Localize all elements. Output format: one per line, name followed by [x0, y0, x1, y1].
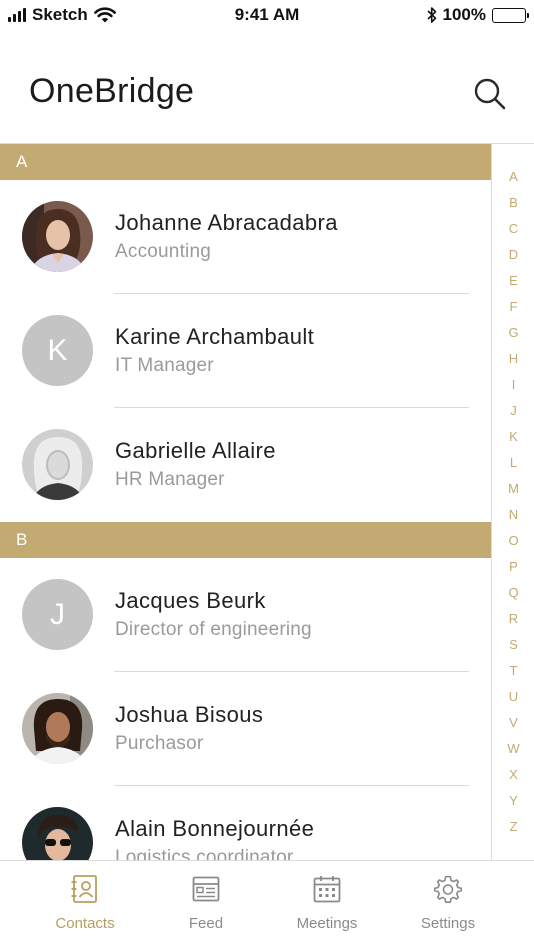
index-letter-u[interactable]: U [492, 689, 534, 704]
index-letter-d[interactable]: D [492, 247, 534, 262]
index-letter-n[interactable]: N [492, 507, 534, 522]
contact-row[interactable]: K Karine Archambault IT Manager [0, 294, 491, 408]
index-letter-k[interactable]: K [492, 429, 534, 444]
alphabet-index[interactable]: ABCDEFGHIJKLMNOPQRSTUVWXYZ [491, 144, 534, 860]
index-letter-g[interactable]: G [492, 325, 534, 340]
index-letter-x[interactable]: X [492, 767, 534, 782]
avatar: K [22, 315, 93, 386]
app-header: OneBridge [0, 34, 534, 144]
index-letter-j[interactable]: J [492, 403, 534, 418]
section-header-a: A [0, 144, 491, 180]
contact-role: Accounting [115, 241, 212, 262]
contacts-icon [71, 875, 97, 903]
calendar-icon [313, 876, 341, 903]
contact-role: Purchasor [115, 733, 204, 754]
contact-name: Karine Archambault [115, 324, 315, 349]
index-letter-m[interactable]: M [492, 481, 534, 496]
index-letter-o[interactable]: O [492, 533, 534, 548]
index-letter-t[interactable]: T [492, 663, 534, 678]
index-letter-y[interactable]: Y [492, 793, 534, 808]
index-letter-c[interactable]: C [492, 221, 534, 236]
index-letter-v[interactable]: V [492, 715, 534, 730]
contact-row[interactable]: Gabrielle Allaire HR Manager [0, 408, 491, 522]
contact-name: Alain Bonnejournée [115, 816, 315, 841]
avatar [22, 807, 93, 860]
tab-meetings[interactable]: Meetings [267, 861, 387, 950]
battery-percent: 100% [442, 5, 486, 24]
index-letter-a[interactable]: A [492, 169, 534, 184]
index-letter-f[interactable]: F [492, 299, 534, 314]
contact-row[interactable]: Johanne Abracadabra Accounting [0, 180, 491, 294]
index-letter-q[interactable]: Q [492, 585, 534, 600]
avatar [22, 201, 93, 272]
battery-icon [492, 7, 529, 23]
contact-name: Jacques Beurk [115, 588, 266, 613]
contact-name: Johanne Abracadabra [115, 210, 338, 235]
tab-settings[interactable]: Settings [388, 861, 508, 950]
avatar [22, 429, 93, 500]
tab-label: Settings [420, 915, 476, 932]
index-letter-b[interactable]: B [492, 195, 534, 210]
tab-label: Meetings [296, 915, 358, 932]
contact-role: Logistics coordinator [115, 847, 294, 860]
section-header-b: B [0, 522, 491, 558]
index-letter-s[interactable]: S [492, 637, 534, 652]
contact-row[interactable]: J Jacques Beurk Director of engineering [0, 558, 491, 672]
bluetooth-icon [426, 7, 436, 23]
tab-contacts[interactable]: Contacts [25, 861, 145, 950]
contact-row[interactable]: Alain Bonnejournée Logistics coordinator [0, 786, 491, 860]
tab-bar: Contacts Feed Meetings Settings [0, 860, 534, 950]
feed-icon [192, 876, 220, 902]
contact-role: HR Manager [115, 469, 225, 490]
index-letter-w[interactable]: W [492, 741, 534, 756]
index-letter-p[interactable]: P [492, 559, 534, 574]
index-letter-l[interactable]: L [492, 455, 534, 470]
tab-label: Feed [188, 915, 224, 932]
app-title: OneBridge [29, 72, 195, 110]
avatar: J [22, 579, 93, 650]
index-letter-z[interactable]: Z [492, 819, 534, 834]
avatar [22, 693, 93, 764]
contact-row[interactable]: Joshua Bisous Purchasor [0, 672, 491, 786]
status-bar: Sketch 9:41 AM 100% [0, 0, 534, 34]
gear-icon [433, 875, 463, 903]
search-icon[interactable] [470, 74, 510, 114]
index-letter-h[interactable]: H [492, 351, 534, 366]
contact-name: Gabrielle Allaire [115, 438, 276, 463]
status-right: 100% [426, 5, 529, 25]
index-letter-r[interactable]: R [492, 611, 534, 626]
contact-role: IT Manager [115, 355, 214, 376]
index-letter-i[interactable]: I [492, 377, 534, 392]
tab-label: Contacts [55, 915, 115, 932]
contact-list[interactable]: A Johanne Abracadabra Accounting K Karin… [0, 144, 491, 860]
index-letter-e[interactable]: E [492, 273, 534, 288]
contact-name: Joshua Bisous [115, 702, 264, 727]
tab-feed[interactable]: Feed [146, 861, 266, 950]
contact-role: Director of engineering [115, 619, 312, 640]
